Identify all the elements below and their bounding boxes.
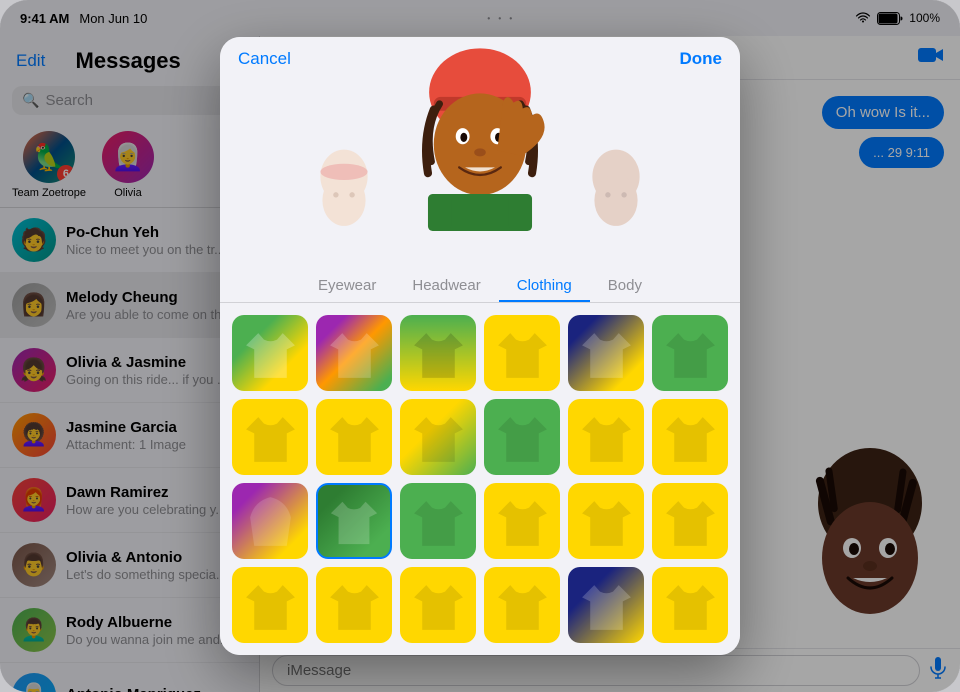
clothing-item-5[interactable]: [652, 315, 728, 391]
memoji-right: [582, 146, 650, 245]
modal-overlay: Cancel Done: [0, 0, 960, 692]
clothing-item-18[interactable]: [232, 567, 308, 643]
clothing-item-21[interactable]: [484, 567, 560, 643]
clothing-item-20[interactable]: [400, 567, 476, 643]
clothing-item-12[interactable]: [232, 483, 308, 559]
clothing-item-22[interactable]: [568, 567, 644, 643]
ipad-frame: 9:41 AM Mon Jun 10 • • •: [0, 0, 960, 692]
clothing-item-13[interactable]: [316, 483, 392, 559]
tab-eyewear[interactable]: Eyewear: [300, 271, 394, 302]
clothing-item-2[interactable]: [400, 315, 476, 391]
clothing-item-7[interactable]: [316, 399, 392, 475]
screen: 9:41 AM Mon Jun 10 • • •: [0, 0, 960, 692]
clothing-item-0[interactable]: [232, 315, 308, 391]
clothing-item-10[interactable]: [568, 399, 644, 475]
clothing-grid: [220, 303, 740, 655]
modal-cancel-button[interactable]: Cancel: [238, 49, 291, 69]
tab-headwear[interactable]: Headwear: [394, 271, 498, 302]
clothing-item-3[interactable]: [484, 315, 560, 391]
category-tabs: Eyewear Headwear Clothing Body: [220, 261, 740, 303]
clothing-item-4[interactable]: [568, 315, 644, 391]
clothing-item-8[interactable]: [400, 399, 476, 475]
memoji-left: [310, 146, 378, 245]
modal-done-button[interactable]: Done: [680, 49, 723, 69]
clothing-item-1[interactable]: [316, 315, 392, 391]
clothing-item-14[interactable]: [400, 483, 476, 559]
clothing-item-23[interactable]: [652, 567, 728, 643]
clothing-item-11[interactable]: [652, 399, 728, 475]
memoji-editor-modal: Cancel Done: [220, 37, 740, 655]
tab-clothing[interactable]: Clothing: [499, 271, 590, 302]
clothing-item-17[interactable]: [652, 483, 728, 559]
clothing-item-15[interactable]: [484, 483, 560, 559]
clothing-item-9[interactable]: [484, 399, 560, 475]
tab-body[interactable]: Body: [590, 271, 660, 302]
clothing-item-19[interactable]: [316, 567, 392, 643]
clothing-item-16[interactable]: [568, 483, 644, 559]
memoji-main: [405, 46, 555, 261]
clothing-item-6[interactable]: [232, 399, 308, 475]
memoji-preview: [220, 81, 740, 261]
